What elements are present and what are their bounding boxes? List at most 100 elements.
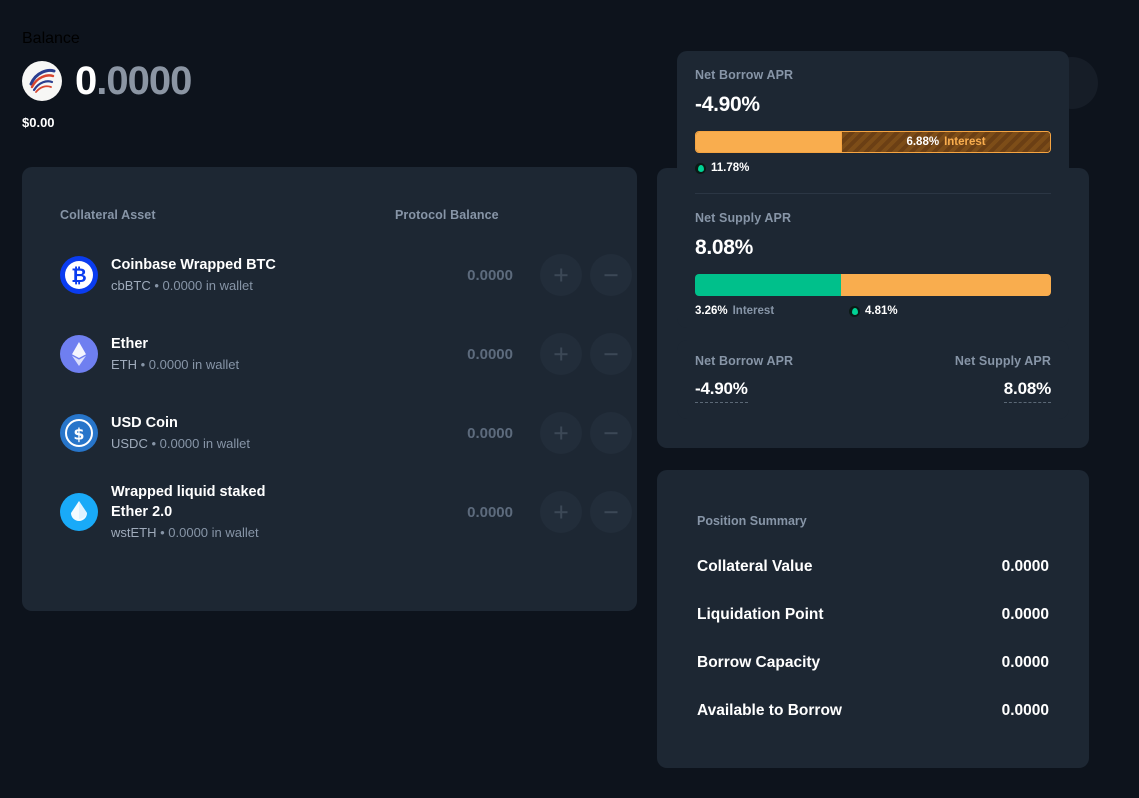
- list-item: Borrow Capacity 0.0000: [697, 654, 1049, 672]
- collateral-asset-card: Collateral Asset Protocol Balance ₿ Coin…: [22, 167, 637, 611]
- borrow-bar-interest-segment: 6.88% Interest: [841, 132, 1050, 152]
- legend-item: 3.26% Interest: [695, 305, 849, 317]
- eth-icon: [60, 335, 98, 373]
- asset-text: Coinbase Wrapped BTC cbBTC • 0.0000 in w…: [111, 255, 276, 295]
- asset-subtitle: cbBTC • 0.0000 in wallet: [111, 276, 276, 295]
- position-summary-card: Position Summary Collateral Value 0.0000…: [657, 470, 1089, 768]
- row-actions: [540, 333, 632, 375]
- apr-summary-values: -4.90% 8.08%: [695, 379, 1051, 403]
- withdraw-collateral-button[interactable]: [590, 412, 632, 454]
- borrow-bar-legend: 11.78%: [695, 162, 1051, 174]
- borrow-capacity-label: Borrow Capacity: [697, 654, 820, 672]
- row-actions: [540, 254, 632, 296]
- asset-cell: $ USD Coin USDC • 0.0000 in wallet: [60, 413, 395, 453]
- summary-net-borrow-apr-label: Net Borrow APR: [695, 354, 793, 368]
- balance-amount-decimal: .0000: [96, 59, 191, 103]
- borrow-bar-base-segment: [696, 132, 841, 152]
- asset-cell: ₿ Coinbase Wrapped BTC cbBTC • 0.0000 in…: [60, 255, 395, 295]
- supply-bar-rewards-segment: [841, 274, 1051, 296]
- summary-net-supply-apr-value[interactable]: 8.08%: [1004, 379, 1051, 403]
- apr-breakdown-card: Net Borrow APR -4.90% 6.88% Interest 11.…: [677, 51, 1069, 328]
- usdc-icon: $: [60, 414, 98, 452]
- asset-wallet-balance: • 0.0000 in wallet: [151, 278, 253, 293]
- table-row[interactable]: $ USD Coin USDC • 0.0000 in wallet 0.000…: [60, 395, 607, 471]
- supply-bar-legend: 3.26% Interest 4.81%: [695, 305, 1051, 317]
- balance-usd-value: $0.00: [22, 115, 191, 130]
- net-borrow-apr-label: Net Borrow APR: [695, 68, 1051, 82]
- asset-text: USD Coin USDC • 0.0000 in wallet: [111, 413, 250, 453]
- collateral-table-header: Collateral Asset Protocol Balance: [60, 208, 599, 222]
- table-row[interactable]: Wrapped liquid staked Ether 2.0 wstETH •…: [60, 474, 607, 550]
- column-header-collateral-asset: Collateral Asset: [60, 208, 395, 222]
- borrow-apr-bar: 6.88% Interest: [695, 131, 1051, 153]
- app-root: Balance 0.0000 $0.00 Collateral Asset Pr…: [0, 0, 1139, 798]
- asset-text: Ether ETH • 0.0000 in wallet: [111, 334, 239, 374]
- compound-logo-icon: [22, 61, 62, 101]
- apr-summary-labels: Net Borrow APR Net Supply APR: [695, 354, 1051, 368]
- net-supply-apr-label: Net Supply APR: [695, 211, 1051, 225]
- supply-rewards-value: 4.81%: [865, 305, 898, 317]
- protocol-balance-value: 0.0000: [395, 267, 513, 284]
- supply-bar-interest-segment: [695, 274, 841, 296]
- borrow-rewards-value: 11.78%: [711, 162, 749, 174]
- asset-subtitle: USDC • 0.0000 in wallet: [111, 434, 250, 453]
- collateral-value-amount: 0.0000: [1002, 558, 1049, 576]
- asset-subtitle: ETH • 0.0000 in wallet: [111, 355, 239, 374]
- balance-row: 0.0000: [22, 61, 191, 101]
- table-row[interactable]: Ether ETH • 0.0000 in wallet 0.0000: [60, 316, 607, 392]
- list-item: Available to Borrow 0.0000: [697, 702, 1049, 720]
- row-actions: [540, 412, 632, 454]
- legend-item: 11.78%: [695, 162, 749, 174]
- supply-collateral-button[interactable]: [540, 254, 582, 296]
- asset-name: USD Coin: [111, 413, 250, 433]
- supply-collateral-button[interactable]: [540, 491, 582, 533]
- available-to-borrow-amount: 0.0000: [1002, 702, 1049, 720]
- balance-amount-integer: 0: [75, 59, 96, 103]
- supply-interest-label: Interest: [733, 305, 775, 317]
- summary-net-borrow-apr-value[interactable]: -4.90%: [695, 379, 748, 403]
- summary-net-supply-apr-label: Net Supply APR: [955, 354, 1051, 368]
- asset-name: Ether: [111, 334, 239, 354]
- asset-cell: Wrapped liquid staked Ether 2.0 wstETH •…: [60, 482, 395, 542]
- asset-symbol: cbBTC: [111, 278, 151, 293]
- asset-wallet-balance: • 0.0000 in wallet: [157, 525, 259, 540]
- divider: [695, 193, 1051, 194]
- wsteth-icon: [60, 493, 98, 531]
- borrow-bar-interest-label: Interest: [944, 136, 986, 148]
- asset-subtitle: wstETH • 0.0000 in wallet: [111, 523, 291, 542]
- borrow-capacity-amount: 0.0000: [1002, 654, 1049, 672]
- liquidation-point-label: Liquidation Point: [697, 606, 824, 624]
- balance-label: Balance: [22, 30, 191, 48]
- apr-summary-card: Net Borrow APR Net Supply APR -4.90% 8.0…: [677, 340, 1069, 419]
- asset-symbol: USDC: [111, 436, 148, 451]
- row-actions: [540, 491, 632, 533]
- asset-wallet-balance: • 0.0000 in wallet: [148, 436, 250, 451]
- asset-name: Coinbase Wrapped BTC: [111, 255, 276, 275]
- protocol-balance-value: 0.0000: [395, 425, 513, 442]
- balance-amount: 0.0000: [75, 61, 191, 101]
- asset-cell: Ether ETH • 0.0000 in wallet: [60, 334, 395, 374]
- available-to-borrow-label: Available to Borrow: [697, 702, 842, 720]
- net-supply-apr-section: Net Supply APR 8.08% 3.26% Interest 4.81…: [695, 211, 1051, 317]
- supply-collateral-button[interactable]: [540, 412, 582, 454]
- collateral-value-label: Collateral Value: [697, 558, 812, 576]
- table-row[interactable]: ₿ Coinbase Wrapped BTC cbBTC • 0.0000 in…: [60, 237, 607, 313]
- list-item: Collateral Value 0.0000: [697, 558, 1049, 576]
- liquidation-point-amount: 0.0000: [1002, 606, 1049, 624]
- svg-text:₿: ₿: [71, 265, 86, 287]
- withdraw-collateral-button[interactable]: [590, 491, 632, 533]
- asset-symbol: wstETH: [111, 525, 157, 540]
- asset-symbol: ETH: [111, 357, 137, 372]
- withdraw-collateral-button[interactable]: [590, 333, 632, 375]
- protocol-balance-value: 0.0000: [395, 346, 513, 363]
- borrow-bar-interest-value: 6.88%: [906, 136, 939, 148]
- list-item: Liquidation Point 0.0000: [697, 606, 1049, 624]
- supply-collateral-button[interactable]: [540, 333, 582, 375]
- supply-interest-value: 3.26%: [695, 305, 728, 317]
- asset-text: Wrapped liquid staked Ether 2.0 wstETH •…: [111, 482, 291, 542]
- legend-item: 4.81%: [849, 305, 898, 317]
- column-header-protocol-balance: Protocol Balance: [395, 208, 499, 222]
- net-supply-apr-value: 8.08%: [695, 236, 1051, 260]
- net-borrow-apr-section: Net Borrow APR -4.90% 6.88% Interest 11.…: [695, 68, 1051, 174]
- withdraw-collateral-button[interactable]: [590, 254, 632, 296]
